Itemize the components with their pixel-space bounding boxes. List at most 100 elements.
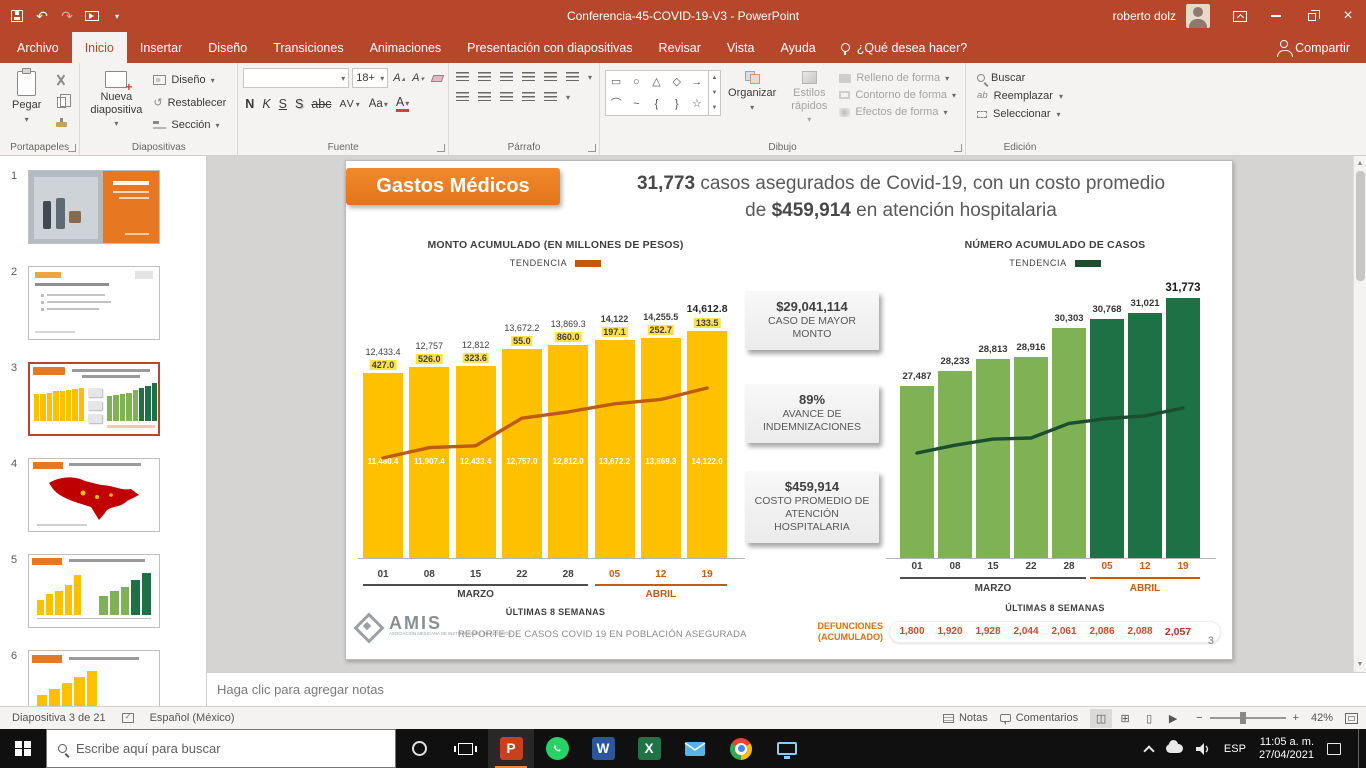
spellcheck-icon[interactable]	[122, 713, 134, 723]
bold-button[interactable]: N	[245, 97, 254, 111]
tab-insertar[interactable]: Insertar	[127, 32, 195, 63]
font-name-select[interactable]: ▾	[243, 68, 349, 88]
editor-scrollbar[interactable]: ▲ ▼	[1353, 156, 1366, 672]
normal-view-button[interactable]: ◫	[1090, 709, 1112, 728]
zoom-out-button[interactable]: −	[1196, 712, 1202, 724]
tab-ayuda[interactable]: Ayuda	[768, 32, 829, 63]
paragraph-dialog-launcher[interactable]	[588, 144, 596, 152]
taskbar-clock[interactable]: 11:05 a. m. 27/04/2021	[1259, 736, 1314, 762]
restore-button[interactable]	[1294, 0, 1330, 32]
slide-indicator[interactable]: Diapositiva 3 de 21	[12, 712, 106, 724]
taskbar-app-chrome[interactable]	[718, 729, 764, 768]
notes-toggle[interactable]: Notas	[943, 712, 988, 724]
numbering-icon[interactable]	[478, 72, 491, 83]
clipboard-dialog-launcher[interactable]	[68, 144, 76, 152]
slide-thumbnail-1[interactable]: 1	[0, 170, 206, 244]
tab-vista[interactable]: Vista	[714, 32, 768, 63]
reset-button[interactable]: ↺Restablecer	[149, 93, 230, 112]
character-spacing-button[interactable]: AV▾	[340, 98, 361, 110]
tab-transiciones[interactable]: Transiciones	[260, 32, 356, 63]
start-slideshow-button[interactable]	[85, 7, 99, 25]
font-dialog-launcher[interactable]	[437, 144, 445, 152]
section-button[interactable]: Sección▾	[149, 116, 230, 134]
slide-thumbnail-6[interactable]: 6	[0, 650, 206, 706]
hidden-icons-chevron-icon[interactable]	[1143, 745, 1154, 756]
taskbar-app-excel[interactable]: X	[626, 729, 672, 768]
text-shadow-button[interactable]: S	[295, 97, 303, 111]
text-direction-icon[interactable]	[566, 72, 579, 83]
zoom-slider-thumb[interactable]	[1240, 712, 1246, 724]
start-button[interactable]	[0, 729, 46, 768]
callout-box[interactable]: $29,041,114CASO DE MAYOR MONTO	[745, 291, 879, 350]
minimize-button[interactable]	[1258, 0, 1294, 32]
quick-styles-button[interactable]: Estilos rápidos ▾	[783, 68, 835, 127]
avatar[interactable]	[1186, 4, 1210, 28]
scrollbar-thumb[interactable]	[1356, 171, 1365, 281]
slide-thumbnail-3[interactable]: 3	[0, 362, 206, 436]
replace-button[interactable]: abReemplazar▾	[977, 90, 1063, 102]
shape-effects-button[interactable]: Efectos de forma▾	[839, 106, 956, 118]
arrange-button[interactable]: Organizar ▾	[721, 68, 783, 115]
tab-archivo[interactable]: Archivo	[4, 32, 72, 63]
taskbar-app-word[interactable]: W	[580, 729, 626, 768]
account-name[interactable]: roberto dolz	[1113, 9, 1176, 23]
close-button[interactable]: ×	[1330, 0, 1366, 32]
keyboard-language-indicator[interactable]: ESP	[1224, 743, 1246, 755]
align-center-icon[interactable]	[478, 92, 491, 103]
paste-button[interactable]: Pegar ▾	[5, 68, 48, 127]
taskbar-app-remote-desktop[interactable]	[764, 729, 810, 768]
customize-quick-access-button[interactable]: ▾	[110, 7, 124, 25]
share-button[interactable]: Compartir	[1264, 32, 1366, 63]
slideshow-view-button[interactable]: ▶	[1162, 709, 1184, 728]
underline-button[interactable]: S	[279, 97, 287, 111]
increase-font-size-button[interactable]: A▴	[391, 72, 407, 84]
comments-toggle[interactable]: Comentarios	[1000, 712, 1078, 724]
strikethrough-button[interactable]: abc	[311, 97, 331, 111]
shapes-gallery-scroll[interactable]: ▲▼▼	[708, 71, 720, 115]
columns-icon[interactable]	[544, 92, 557, 103]
tab-animaciones[interactable]: Animaciones	[357, 32, 455, 63]
format-painter-button[interactable]	[50, 115, 72, 133]
slide-thumbnail-4[interactable]: 4	[0, 458, 206, 532]
zoom-slider[interactable]	[1210, 717, 1286, 719]
slide-title-banner[interactable]: Gastos Médicos	[346, 168, 560, 205]
zoom-level[interactable]: 42%	[1311, 712, 1333, 724]
slide-thumbnail-2[interactable]: 2	[0, 266, 206, 340]
shape-option[interactable]: ☆	[692, 99, 702, 110]
shape-fill-button[interactable]: Relleno de forma▾	[839, 72, 956, 84]
decrease-indent-icon[interactable]	[500, 72, 513, 83]
volume-icon[interactable]	[1196, 743, 1211, 755]
shape-option[interactable]: }	[675, 99, 679, 110]
fit-to-window-button[interactable]	[1345, 713, 1358, 724]
clear-formatting-icon[interactable]	[431, 75, 445, 82]
select-button[interactable]: Seleccionar▾	[977, 108, 1063, 120]
ribbon-display-options-button[interactable]	[1222, 0, 1258, 32]
slide-heading[interactable]: 31,773 casos asegurados de Covid-19, con…	[586, 170, 1216, 224]
save-button[interactable]	[10, 7, 24, 25]
chart-cases[interactable]: NÚMERO ACUMULADO DE CASOS TENDENCIA 27,4…	[886, 239, 1224, 621]
italic-button[interactable]: K	[262, 97, 270, 111]
change-case-button[interactable]: Aa▾	[369, 98, 388, 110]
deaths-row[interactable]: DEFUNCIONES (ACUMULADO) 1,8001,9201,9282…	[771, 619, 1221, 645]
align-left-icon[interactable]	[456, 92, 469, 103]
taskbar-search[interactable]: Escribe aquí para buscar	[46, 729, 396, 768]
layout-button[interactable]: Diseño▾	[149, 71, 230, 89]
taskbar-app-mail[interactable]	[672, 729, 718, 768]
shape-option[interactable]: ~	[633, 99, 639, 110]
shape-option[interactable]: ○	[633, 77, 640, 88]
show-desktop-button[interactable]	[1358, 729, 1364, 768]
slide-canvas[interactable]: Gastos Médicos 31,773 casos asegurados d…	[345, 160, 1233, 660]
shape-option[interactable]: ⌒	[611, 99, 622, 110]
find-button[interactable]: Buscar	[977, 72, 1063, 84]
scroll-down-icon[interactable]: ▼	[1357, 657, 1364, 672]
shape-option[interactable]: ◇	[672, 77, 680, 88]
copy-button[interactable]	[50, 93, 72, 111]
reading-view-button[interactable]: ▯	[1138, 709, 1160, 728]
drawing-dialog-launcher[interactable]	[954, 144, 962, 152]
notification-center-icon[interactable]	[1327, 743, 1341, 755]
increase-indent-icon[interactable]	[522, 72, 535, 83]
notes-pane[interactable]: Haga clic para agregar notas	[207, 672, 1366, 706]
zoom-in-button[interactable]: +	[1293, 712, 1299, 724]
justify-icon[interactable]	[522, 92, 535, 103]
shape-option[interactable]: {	[655, 99, 659, 110]
